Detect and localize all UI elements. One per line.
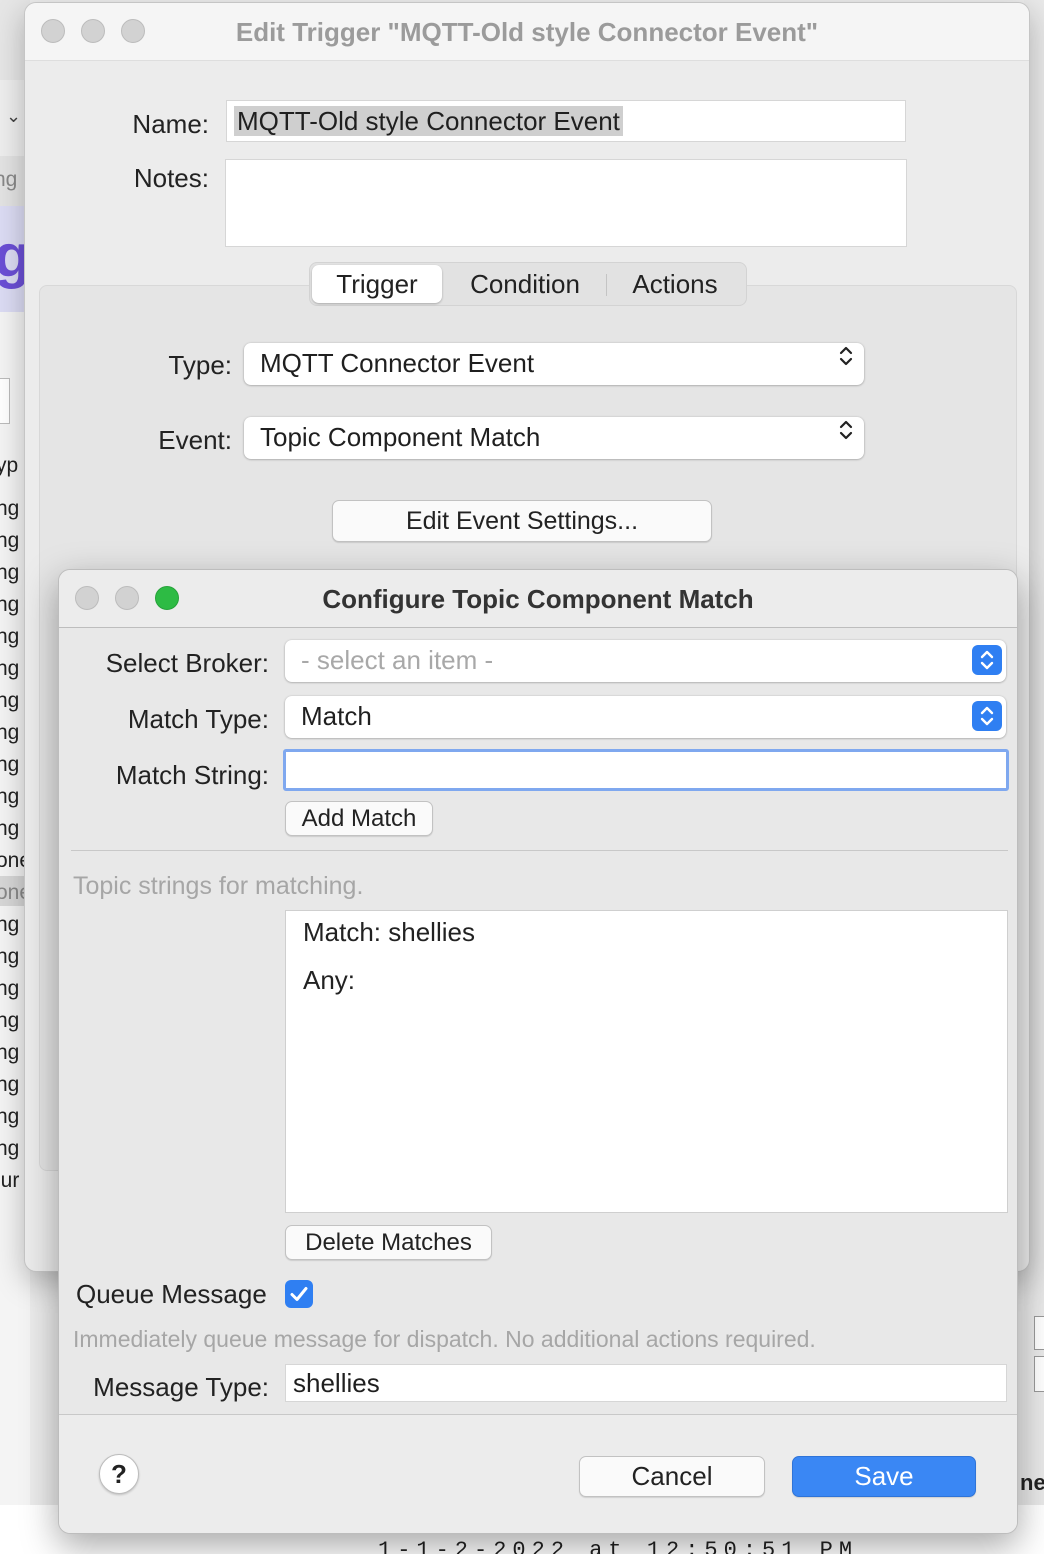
bg-right-label: ne	[1020, 1470, 1044, 1495]
configure-titlebar: Configure Topic Component Match	[59, 570, 1017, 628]
match-type-label: Match Type:	[127, 704, 269, 734]
edit-event-settings-button[interactable]: Edit Event Settings...	[332, 500, 712, 542]
checkmark-icon	[290, 1287, 308, 1301]
event-label: Event:	[158, 425, 232, 455]
bg-list-row[interactable]: lur	[0, 1165, 19, 1197]
queue-message-hint: Immediately queue message for dispatch. …	[73, 1326, 816, 1352]
name-field-value: MQTT-Old style Connector Event	[234, 106, 623, 136]
bg-right-field-2[interactable]	[1034, 1356, 1044, 1392]
updown-chevron-icon	[972, 701, 1002, 731]
bg-list-row[interactable]: ng	[0, 653, 19, 685]
updown-chevron-icon	[838, 417, 854, 443]
segmented-tabs: Trigger Condition Actions	[309, 262, 747, 306]
bg-list-row[interactable]: ng	[0, 493, 19, 525]
bg-list-row[interactable]: ng	[0, 973, 19, 1005]
bg-list-row[interactable]: ng	[0, 941, 19, 973]
section-divider	[71, 850, 1008, 851]
cancel-button[interactable]: Cancel	[579, 1456, 765, 1497]
tab-separator	[606, 274, 607, 296]
bg-search-field[interactable]	[0, 378, 10, 424]
type-popup-value: MQTT Connector Event	[260, 348, 535, 378]
chevron-down-icon: ⌄	[6, 106, 22, 126]
bg-list-row[interactable]: ng	[0, 1069, 19, 1101]
notes-label: Notes:	[133, 163, 209, 193]
bg-list-row[interactable]: ng	[0, 717, 19, 749]
edit-trigger-titlebar: Edit Trigger "MQTT-Old style Connector E…	[25, 3, 1029, 61]
name-label: Name:	[132, 109, 209, 139]
bg-list-row[interactable]: ng	[0, 1037, 19, 1069]
queue-message-checkbox[interactable]	[285, 1280, 313, 1308]
configure-topic-match-window: Configure Topic Component Match Select B…	[58, 569, 1018, 1534]
tab-actions[interactable]: Actions	[610, 263, 740, 305]
type-popup[interactable]: MQTT Connector Event	[244, 343, 864, 385]
list-item[interactable]: Match: shellies	[303, 917, 475, 948]
message-type-label: Message Type:	[93, 1372, 269, 1402]
name-field[interactable]: MQTT-Old style Connector Event	[226, 100, 906, 142]
bg-list-row[interactable]: ng	[0, 525, 19, 557]
match-type-value: Match	[301, 701, 372, 731]
help-button[interactable]: ?	[99, 1454, 139, 1494]
event-popup[interactable]: Topic Component Match	[244, 417, 864, 459]
dialog-footer: ? Cancel Save	[59, 1414, 1017, 1533]
bg-list-row[interactable]: ng	[0, 749, 19, 781]
topic-strings-hint: Topic strings for matching.	[73, 872, 364, 900]
select-broker-placeholder: - select an item -	[301, 645, 494, 675]
match-string-input[interactable]	[283, 749, 1009, 791]
list-item[interactable]: Any:	[303, 965, 355, 996]
tab-condition[interactable]: Condition	[450, 263, 600, 305]
add-match-button[interactable]: Add Match	[285, 801, 433, 836]
select-broker-label: Select Broker:	[105, 648, 269, 678]
bg-list-row[interactable]: ng	[0, 1101, 19, 1133]
type-label: Type:	[168, 350, 232, 380]
event-popup-value: Topic Component Match	[260, 422, 541, 452]
bg-list-row[interactable]: ng	[0, 781, 19, 813]
match-type-popup[interactable]: Match	[285, 696, 1006, 738]
updown-chevron-icon	[838, 343, 854, 369]
delete-matches-button[interactable]: Delete Matches	[285, 1225, 492, 1260]
bg-list-row[interactable]: ng	[0, 813, 19, 845]
bg-list-row[interactable]: ng	[0, 1133, 19, 1165]
match-string-label: Match String:	[115, 760, 269, 790]
bg-list-row[interactable]: ng	[0, 557, 19, 589]
save-button[interactable]: Save	[792, 1456, 976, 1497]
bg-list-row[interactable]: yp	[0, 450, 18, 482]
select-broker-popup[interactable]: - select an item -	[285, 640, 1006, 682]
updown-chevron-icon	[972, 645, 1002, 675]
bg-tab-label: ng	[0, 168, 18, 191]
bg-right-field[interactable]	[1034, 1316, 1044, 1350]
bg-list-row[interactable]: ng	[0, 621, 19, 653]
queue-message-label: Queue Message	[76, 1279, 267, 1309]
message-type-value: shellies	[293, 1368, 380, 1398]
topic-matches-list[interactable]: Match: shellies Any:	[285, 910, 1008, 1213]
window-title: Edit Trigger "MQTT-Old style Connector E…	[235, 17, 819, 47]
message-type-field[interactable]: shellies	[285, 1364, 1007, 1402]
bg-list-row[interactable]: ng	[0, 685, 19, 717]
notes-field[interactable]	[225, 159, 907, 247]
bg-log-line: 1-1-2-2022 at 12:50:51 PM	[378, 1538, 859, 1554]
bg-list-row[interactable]: ng	[0, 909, 19, 941]
configure-title: Configure Topic Component Match	[322, 584, 754, 614]
bg-list-row[interactable]: ng	[0, 589, 19, 621]
tab-trigger[interactable]: Trigger	[312, 265, 442, 303]
bg-list-row[interactable]: ng	[0, 1005, 19, 1037]
